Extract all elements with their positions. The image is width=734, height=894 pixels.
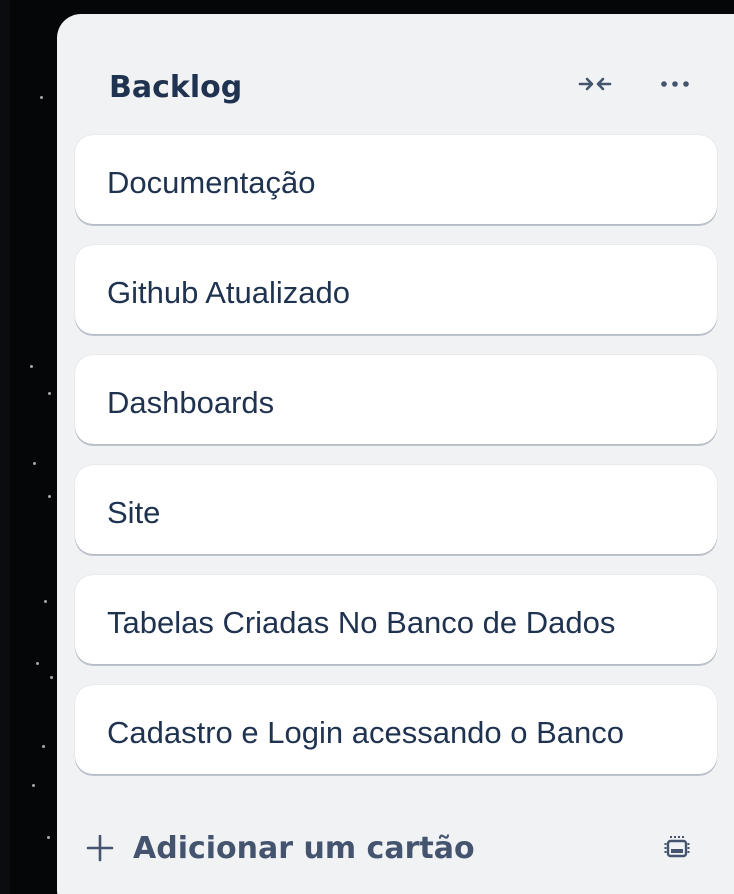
card-title: Documentação xyxy=(107,165,316,200)
card-title: Cadastro e Login acessando o Banco xyxy=(107,715,625,750)
background-star xyxy=(48,495,51,498)
list-title[interactable]: Backlog xyxy=(109,70,242,105)
card-title: Dashboards xyxy=(107,385,275,420)
card-title: Tabelas Criadas No Banco de Dados xyxy=(107,605,616,640)
card-cadastro-login[interactable]: Cadastro e Login acessando o Banco xyxy=(75,685,717,774)
collapse-arrows-icon xyxy=(578,77,612,91)
background-star xyxy=(40,96,43,99)
card-template-icon[interactable] xyxy=(655,826,699,870)
card-site[interactable]: Site xyxy=(75,465,717,554)
card-documentacao[interactable]: Documentação xyxy=(75,135,717,224)
card-dashboards[interactable]: Dashboards xyxy=(75,355,717,444)
collapse-icon[interactable] xyxy=(569,58,621,110)
background-star xyxy=(50,676,53,679)
template-icon xyxy=(664,836,690,858)
card-github-atualizado[interactable]: Github Atualizado xyxy=(75,245,717,334)
background-star xyxy=(33,462,36,465)
add-card-label: Adicionar um cartão xyxy=(133,830,475,866)
list-header: Backlog xyxy=(57,14,734,134)
background-star xyxy=(48,392,51,395)
ellipsis-icon xyxy=(661,81,689,87)
card-title: Github Atualizado xyxy=(107,275,351,310)
add-card-button[interactable]: Adicionar um cartão xyxy=(81,820,475,876)
board-background: Backlog Documentação Github Atualizado D… xyxy=(0,0,734,894)
background-star xyxy=(32,784,35,787)
background-star xyxy=(44,600,47,603)
plus-icon xyxy=(81,829,119,867)
board-edge xyxy=(0,0,10,894)
more-options-icon[interactable] xyxy=(649,58,701,110)
background-star xyxy=(42,745,45,748)
background-star xyxy=(47,836,50,839)
card-title: Site xyxy=(107,495,161,530)
backlog-list: Backlog Documentação Github Atualizado D… xyxy=(57,14,734,894)
card-list: Documentação Github Atualizado Dashboard… xyxy=(75,135,717,795)
card-tabelas-criadas[interactable]: Tabelas Criadas No Banco de Dados xyxy=(75,575,717,664)
background-star xyxy=(30,365,33,368)
list-footer: Adicionar um cartão xyxy=(75,814,717,884)
background-star xyxy=(36,662,39,665)
